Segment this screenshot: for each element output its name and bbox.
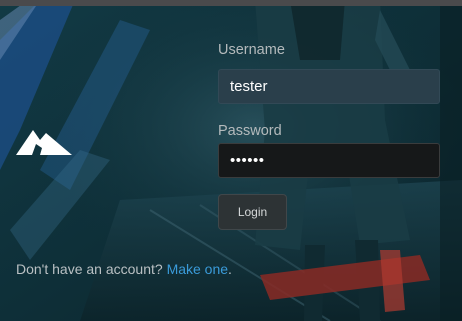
signup-prompt: Don't have an account? Make one. <box>16 261 232 277</box>
username-label: Username <box>218 42 285 58</box>
window-top-bar <box>0 0 462 6</box>
signup-text: Don't have an account? <box>16 261 163 277</box>
make-account-link[interactable]: Make one <box>167 261 228 277</box>
password-input[interactable] <box>218 143 440 178</box>
login-button[interactable]: Login <box>218 194 287 230</box>
login-form: Username Password Login <box>218 42 440 230</box>
mountain-icon <box>16 124 72 155</box>
password-label: Password <box>218 123 282 139</box>
signup-suffix: . <box>228 261 232 277</box>
username-input[interactable] <box>218 69 440 104</box>
